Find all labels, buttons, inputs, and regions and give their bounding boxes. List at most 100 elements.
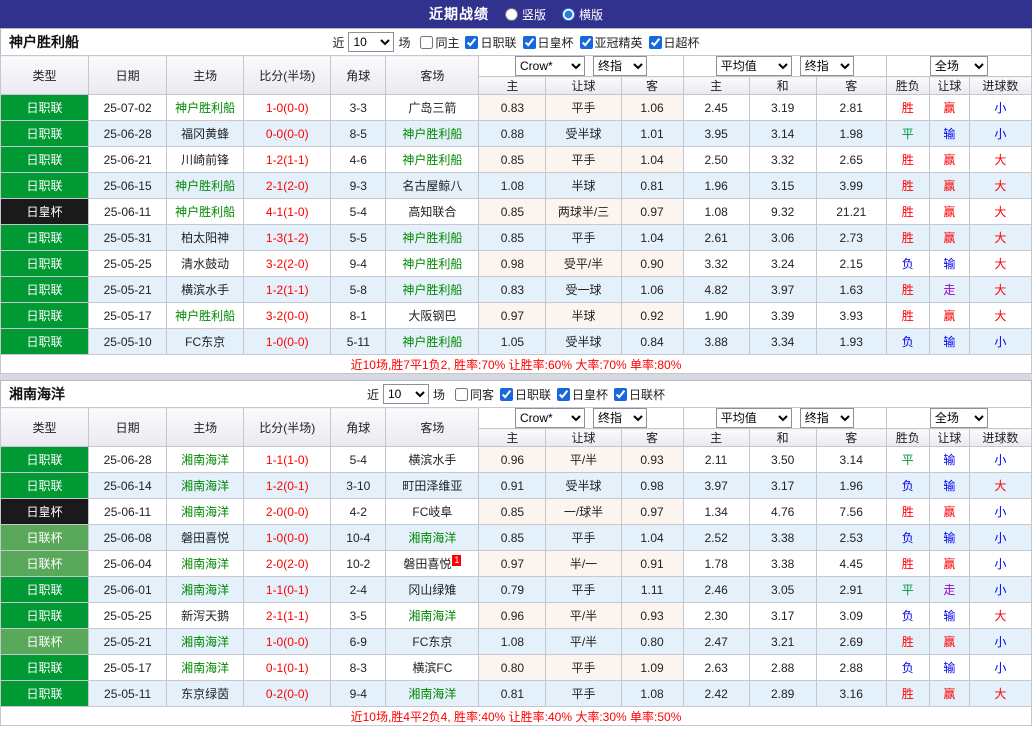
odds-stage-select[interactable]: 终指 xyxy=(593,408,647,428)
layout-radio-horizontal[interactable] xyxy=(562,8,575,21)
cell-eu-away-odds: 2.65 xyxy=(816,147,886,173)
cell-ah-away-odds: 1.04 xyxy=(621,525,683,551)
cell-away-team: 神户胜利船 xyxy=(386,147,479,173)
layout-radio-vertical[interactable] xyxy=(505,8,518,21)
cell-result-goals: 小 xyxy=(969,95,1031,121)
cell-home-team: 东京绿茵 xyxy=(167,681,244,707)
checkbox-input[interactable] xyxy=(455,388,468,401)
cell-score: 4-1(1-0) xyxy=(244,199,331,225)
cell-eu-away-odds: 3.09 xyxy=(816,603,886,629)
cell-home-team: 清水鼓动 xyxy=(167,251,244,277)
cell-date: 25-06-11 xyxy=(89,499,167,525)
recent-count-select[interactable]: 10 xyxy=(348,32,394,52)
scope-select[interactable]: 全场 xyxy=(930,56,988,76)
cell-home-team: 湘南海洋 xyxy=(167,447,244,473)
cell-ah-home-odds: 0.85 xyxy=(479,499,546,525)
cell-league-type: 日联杯 xyxy=(1,551,89,577)
europe-stage-select[interactable]: 终指 xyxy=(800,56,854,76)
cell-result-handicap: 输 xyxy=(929,251,969,277)
cell-home-team: 湘南海洋 xyxy=(167,655,244,681)
cell-ah-line: 平手 xyxy=(546,681,621,707)
filter-controls: 近 10 场 同主日职联日皇杯亚冠精英日超杯 xyxy=(332,32,699,52)
checkbox-label: 日职联 xyxy=(515,386,551,403)
col-header-ah-away: 客 xyxy=(621,77,683,95)
red-card-badge: 1 xyxy=(452,555,461,566)
filter-checkbox[interactable]: 亚冠精英 xyxy=(580,34,643,51)
match-row: 日职联25-05-25清水鼓动3-2(2-0)9-4神户胜利船0.98受平/半0… xyxy=(1,251,1032,277)
cell-ah-line: 平/半 xyxy=(546,603,621,629)
cell-league-type: 日职联 xyxy=(1,329,89,355)
filter-checkbox[interactable]: 同主 xyxy=(420,34,459,51)
odds-source-select[interactable]: Crow* xyxy=(515,408,585,428)
cell-result-outcome: 胜 xyxy=(886,277,929,303)
cell-ah-line: 平手 xyxy=(546,655,621,681)
scope-select[interactable]: 全场 xyxy=(930,408,988,428)
layout-option-horizontal[interactable]: 横版 xyxy=(562,6,603,23)
cell-date: 25-05-10 xyxy=(89,329,167,355)
cell-eu-away-odds: 3.16 xyxy=(816,681,886,707)
cell-away-team: 广岛三箭 xyxy=(386,95,479,121)
cell-ah-home-odds: 0.83 xyxy=(479,277,546,303)
checkbox-input[interactable] xyxy=(557,388,570,401)
filter-checkbox[interactable]: 同客 xyxy=(455,386,494,403)
cell-eu-draw-odds: 3.38 xyxy=(749,525,816,551)
europe-avg-select[interactable]: 平均值 xyxy=(716,56,792,76)
filter-checkbox[interactable]: 日职联 xyxy=(500,386,551,403)
cell-corners: 2-4 xyxy=(331,577,386,603)
cell-result-handicap: 赢 xyxy=(929,225,969,251)
layout-option-vertical[interactable]: 竖版 xyxy=(505,6,546,23)
cell-away-team: 名古屋鲸八 xyxy=(386,173,479,199)
filter-checkbox[interactable]: 日职联 xyxy=(465,34,516,51)
col-header-score: 比分(半场) xyxy=(244,408,331,447)
checkbox-input[interactable] xyxy=(465,36,478,49)
cell-ah-home-odds: 1.08 xyxy=(479,173,546,199)
cell-ah-away-odds: 0.91 xyxy=(621,551,683,577)
cell-result-goals: 小 xyxy=(969,329,1031,355)
odds-source-select[interactable]: Crow* xyxy=(515,56,585,76)
cell-score: 0-0(0-0) xyxy=(244,121,331,147)
col-header-eu-away: 客 xyxy=(816,429,886,447)
cell-result-handicap: 输 xyxy=(929,473,969,499)
checkbox-input[interactable] xyxy=(580,36,593,49)
odds-stage-select[interactable]: 终指 xyxy=(593,56,647,76)
cell-eu-away-odds: 3.99 xyxy=(816,173,886,199)
filter-checkbox[interactable]: 日联杯 xyxy=(614,386,665,403)
page-title: 近期战绩 xyxy=(429,4,489,24)
cell-eu-home-odds: 2.11 xyxy=(683,447,749,473)
filter-checkbox[interactable]: 日皇杯 xyxy=(523,34,574,51)
cell-result-outcome: 胜 xyxy=(886,629,929,655)
cell-ah-line: 平/半 xyxy=(546,447,621,473)
summary-row: 近10场,胜7平1负2, 胜率:70% 让胜率:60% 大率:70% 单率:80… xyxy=(1,355,1032,374)
cell-eu-draw-odds: 3.21 xyxy=(749,629,816,655)
cell-home-team: 湘南海洋 xyxy=(167,577,244,603)
cell-home-team: 磐田喜悦 xyxy=(167,525,244,551)
filter-checkbox[interactable]: 日皇杯 xyxy=(557,386,608,403)
checkbox-input[interactable] xyxy=(649,36,662,49)
checkbox-input[interactable] xyxy=(523,36,536,49)
col-header-result: 胜负 xyxy=(886,77,929,95)
cell-result-handicap: 赢 xyxy=(929,173,969,199)
match-row: 日联杯25-06-08磐田喜悦1-0(0-0)10-4湘南海洋0.85平手1.0… xyxy=(1,525,1032,551)
cell-ah-line: 两球半/三 xyxy=(546,199,621,225)
team-name: 神户胜利船 xyxy=(9,32,79,52)
matches-table: 类型 日期 主场 比分(半场) 角球 客场 Crow* 终指 平均值 终指 xyxy=(0,55,1032,374)
cell-ah-line: 受半球 xyxy=(546,121,621,147)
cell-score: 0-1(0-1) xyxy=(244,655,331,681)
checkbox-label: 日联杯 xyxy=(629,386,665,403)
filter-checkbox[interactable]: 日超杯 xyxy=(649,34,700,51)
cell-home-team: 川崎前锋 xyxy=(167,147,244,173)
cell-result-outcome: 胜 xyxy=(886,199,929,225)
checkbox-input[interactable] xyxy=(420,36,433,49)
cell-score: 1-0(0-0) xyxy=(244,95,331,121)
checkbox-input[interactable] xyxy=(500,388,513,401)
cell-ah-away-odds: 1.06 xyxy=(621,95,683,121)
cell-eu-away-odds: 1.98 xyxy=(816,121,886,147)
cell-result-goals: 大 xyxy=(969,251,1031,277)
cell-score: 1-2(0-1) xyxy=(244,473,331,499)
checkbox-input[interactable] xyxy=(614,388,627,401)
cell-result-outcome: 负 xyxy=(886,329,929,355)
europe-avg-select[interactable]: 平均值 xyxy=(716,408,792,428)
europe-stage-select[interactable]: 终指 xyxy=(800,408,854,428)
cell-away-team: FC岐阜 xyxy=(386,499,479,525)
recent-count-select[interactable]: 10 xyxy=(383,384,429,404)
